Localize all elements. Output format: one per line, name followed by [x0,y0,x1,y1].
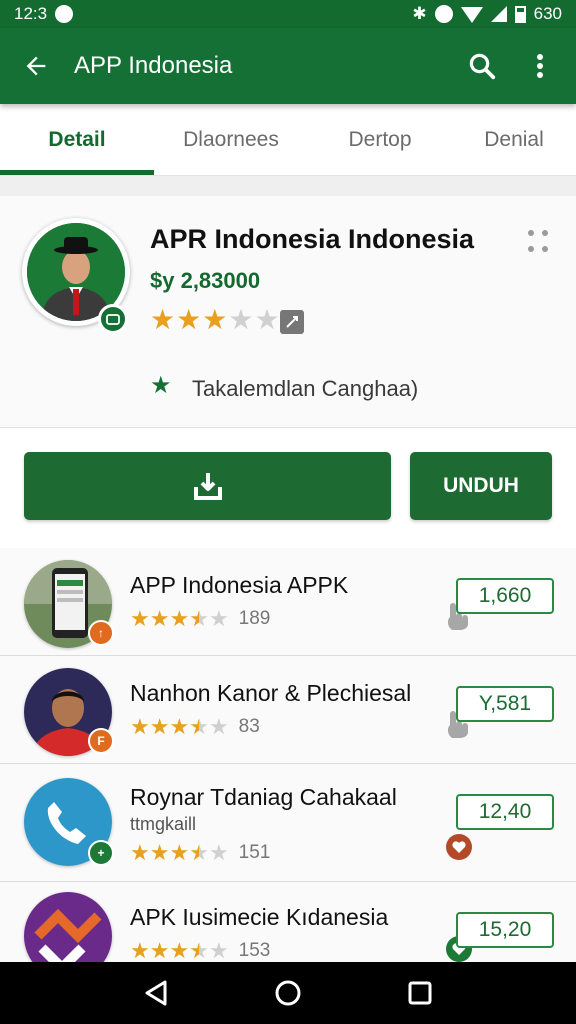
back-button[interactable] [18,48,54,84]
tab-detail[interactable]: Detail [0,104,154,175]
star-icon: ★ [208,606,229,631]
star-icon: ★ [189,714,209,739]
app-price: $y 2,83000 [150,268,261,293]
star-icon: ★ [208,938,229,962]
more-vert-icon [537,54,543,78]
list-item-rating: ★ ★ ★ ★ ★ 189 [130,608,270,630]
star-icon: ★ [149,714,170,739]
review-count: 153 [238,940,271,961]
alarm-icon [434,5,453,23]
status-bar: 12:3 ✱ 630 [0,0,576,28]
status-time: 12:3 [14,4,48,23]
nav-back-button[interactable] [138,975,174,1011]
star-icon: ★ [150,304,176,335]
card-more-icon[interactable] [528,230,552,254]
search-icon [469,53,496,80]
star-icon: ★ [149,938,170,962]
category-icon [280,310,304,334]
list-item[interactable]: APK Iusimecie Kıdanesia ★ ★ ★ ★ ★ 153 15,20 [0,882,576,962]
star-icon: ★ [189,840,209,865]
list-item-rating: ★ ★ ★ ★ ★ 151 [130,842,270,864]
list-item-price-button[interactable]: Y,581 [456,686,554,722]
heart-icon [446,834,472,865]
tab-denial[interactable]: Denial [452,104,576,175]
app-title: APR Indonesia Indonesia [150,224,475,254]
bluetooth-icon: ✱ [412,4,427,23]
download-button[interactable] [24,452,391,520]
star-icon: ★ [130,840,150,865]
list-item-title: APP Indonesia APPK [130,572,349,598]
list-item[interactable]: F Nanhon Kanor & Plechiesal ★ ★ ★ ★ ★ 83 Y,58… [0,656,576,764]
page-title: APP Indonesia [74,52,233,79]
star-icon: ★ [189,606,209,631]
star-icon: ★ [254,304,280,335]
list-item-subtitle: ttmgkaill [130,814,197,834]
star-icon: ★ [208,840,229,865]
list-item-price-button[interactable]: 12,40 [456,794,554,830]
signal-icon [490,6,507,22]
list-item-title: Roynar Tdaniag Cahakaal [130,784,397,810]
star-icon: ★ [149,606,170,631]
list-item-badge: ↑ [88,620,114,646]
list-item[interactable]: ↑ APP Indonesia APPK ★ ★ ★ ★ ★ 189 1,660 [0,548,576,656]
overflow-menu-button[interactable] [522,48,558,84]
app-detail-card: APR Indonesia Indonesia $y 2,83000 ★ ★ ★ ★ ★… [0,196,576,428]
star-icon: ★ [169,606,190,631]
triangle-back-icon [145,980,167,1006]
star-icon: ★ [189,938,209,962]
app-list: ↑ APP Indonesia APPK ★ ★ ★ ★ ★ 189 1,660 F Na… [0,548,576,962]
square-recents-icon [408,981,432,1005]
notification-icon [55,5,74,23]
star-icon: ★ [150,372,172,399]
system-navigation-bar [0,962,576,1024]
app-bar: APP Indonesia [0,28,576,104]
unduh-button[interactable]: UNDUH [410,452,552,520]
action-row: UNDUH [0,428,576,548]
star-icon: ★ [202,304,228,335]
download-icon [193,473,222,500]
nav-recents-button[interactable] [402,975,438,1011]
list-item-badge: F [88,728,114,754]
separator [0,176,576,196]
star-icon: ★ [130,714,150,739]
list-item-badge: + [88,840,114,866]
search-button[interactable] [464,48,500,84]
circle-home-icon [275,980,301,1006]
list-item-rating: ★ ★ ★ ★ ★ 83 [130,716,260,738]
wifi-icon [460,7,483,23]
battery-level: 630 [533,4,562,23]
battery-icon [514,5,526,23]
list-item-title: APK Iusimecie Kıdanesia [130,904,389,930]
nav-home-button[interactable] [270,975,306,1011]
star-icon: ★ [176,304,202,335]
review-count: 83 [238,716,260,737]
star-icon: ★ [169,938,190,962]
star-icon: ★ [130,606,150,631]
star-icon: ★ [169,840,190,865]
star-icon: ★ [149,840,170,865]
list-item-rating: ★ ★ ★ ★ ★ 153 [130,940,270,962]
rating-stars: ★ ★ ★ ★ ★ [150,306,280,334]
star-icon: ★ [169,714,190,739]
developer-name[interactable]: Takalemdlan Canghaa) [192,376,418,402]
tab-dlaornees[interactable]: Dlaornees [154,104,308,175]
star-icon: ★ [228,304,254,335]
list-item-title: Nanhon Kanor & Plechiesal [130,680,412,706]
list-item-price-button[interactable]: 1,660 [456,578,554,614]
app-badge-icon [98,304,128,334]
star-icon: ★ [130,938,150,962]
list-item[interactable]: + Roynar Tdaniag Cahakaal ttmgkaill ★ ★ ★ ★… [0,764,576,882]
star-icon: ★ [208,714,229,739]
list-item-icon [24,892,112,962]
arrow-left-icon [26,56,46,76]
tab-dertop[interactable]: Dertop [308,104,452,175]
tab-bar: Detail Dlaornees Dertop Denial [0,104,576,176]
list-item-price-button[interactable]: 15,20 [456,912,554,948]
review-count: 189 [238,608,271,629]
review-count: 151 [238,842,271,863]
